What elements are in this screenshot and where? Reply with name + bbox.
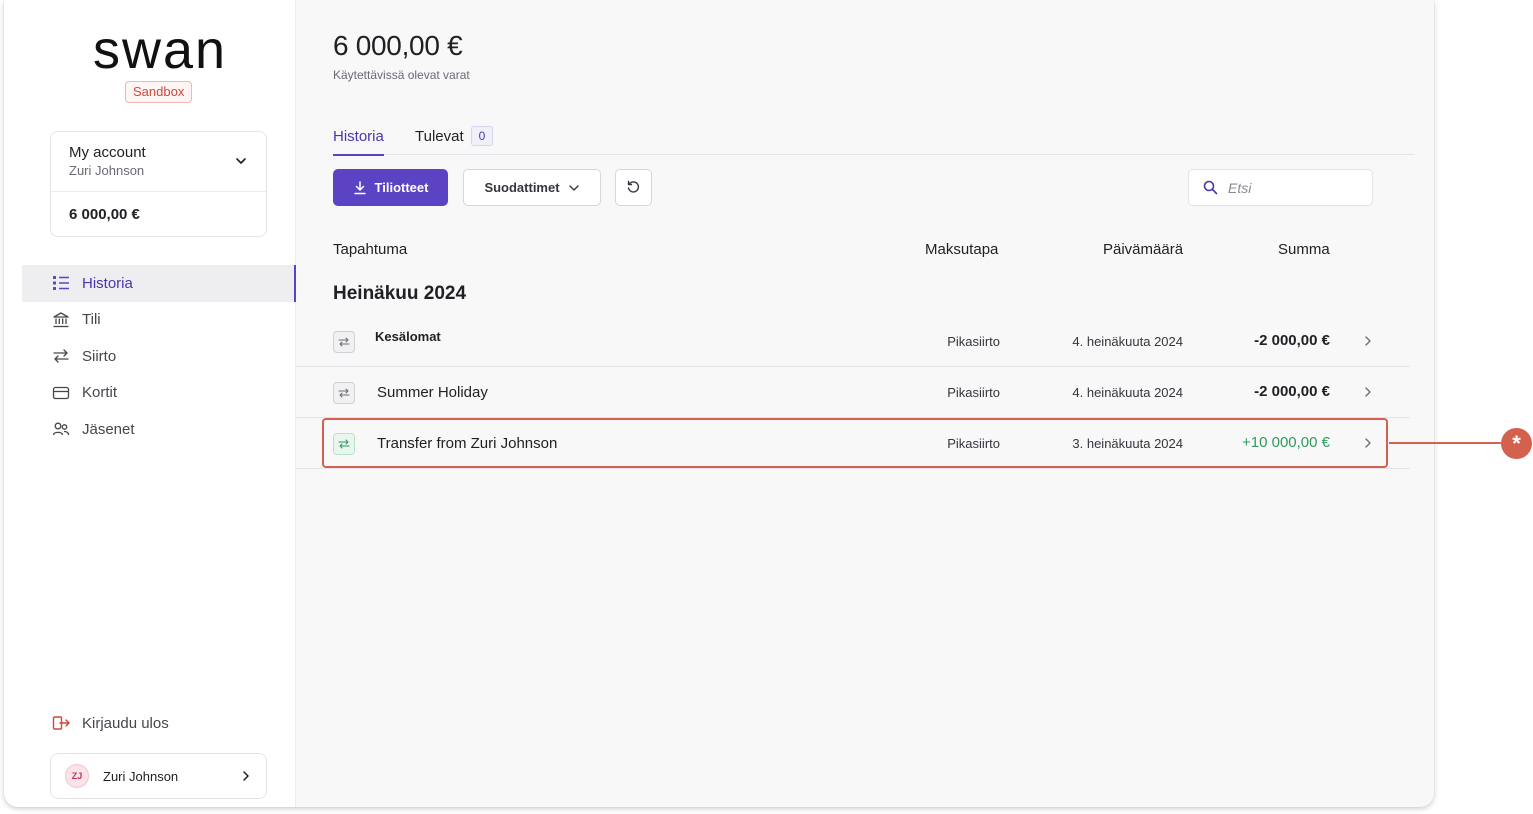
sidebar-item-label: Jäsenet <box>82 420 135 438</box>
account-selector[interactable]: My account Zuri Johnson 6 000,00 € <box>50 131 267 237</box>
svg-text:swan: swan <box>93 26 227 76</box>
account-balance: 6 000,00 € <box>69 206 140 223</box>
transaction-amount: -2 000,00 € <box>1254 332 1330 349</box>
sidebar-item-label: Kortit <box>82 384 118 402</box>
available-balance-label: Käytettävissä olevat varat <box>333 68 470 82</box>
tab-tulevat[interactable]: Tulevat <box>415 128 464 145</box>
bank-icon <box>53 312 69 327</box>
payment-method: Pikasiirto <box>947 385 1000 400</box>
filters-label: Suodattimet <box>484 180 560 195</box>
highlight-box <box>322 418 1388 468</box>
logout-button[interactable]: Kirjaudu ulos <box>52 714 169 732</box>
logout-label: Kirjaudu ulos <box>82 714 169 732</box>
chevron-right-icon <box>1365 336 1371 346</box>
transaction-label: Summer Holiday <box>377 384 488 401</box>
filters-button[interactable]: Suodattimet <box>463 169 601 206</box>
callout-marker: * <box>1501 428 1532 459</box>
environment-badge: Sandbox <box>125 81 193 103</box>
column-header-amount: Summa <box>1278 241 1330 258</box>
search-field[interactable] <box>1188 169 1373 206</box>
statements-label: Tiliotteet <box>374 180 429 195</box>
payment-method: Pikasiirto <box>947 334 1000 349</box>
members-icon <box>52 422 70 436</box>
user-name: Zuri Johnson <box>103 768 179 784</box>
refresh-icon <box>627 180 640 193</box>
search-input[interactable] <box>1228 179 1358 196</box>
swan-logo: swan <box>93 26 227 76</box>
logout-icon <box>52 716 70 730</box>
chevron-right-icon <box>243 771 249 781</box>
search-icon <box>1203 180 1218 195</box>
sidebar-item-jasenet[interactable]: Jäsenet <box>22 411 296 448</box>
transaction-date: 4. heinäkuuta 2024 <box>1072 385 1183 400</box>
account-owner: Zuri Johnson <box>69 163 145 178</box>
sidebar-nav: Historia Tili Siirto Kortit Jäsenet <box>22 265 296 448</box>
tab-historia[interactable]: Historia <box>333 128 384 156</box>
download-icon <box>353 180 366 194</box>
column-header-method: Maksutapa <box>925 241 999 258</box>
transaction-date: 4. heinäkuuta 2024 <box>1072 334 1183 349</box>
refresh-button[interactable] <box>615 169 652 206</box>
upcoming-count-badge: 0 <box>471 126 493 146</box>
sidebar: swan Sandbox My account Zuri Johnson 6 0… <box>4 0 296 807</box>
sidebar-item-kortit[interactable]: Kortit <box>22 375 296 412</box>
avatar: ZJ <box>65 764 89 788</box>
transfer-icon <box>333 331 355 353</box>
list-icon <box>53 276 69 291</box>
statements-button[interactable]: Tiliotteet <box>333 169 448 206</box>
card-icon <box>52 386 70 399</box>
sidebar-item-label: Tili <box>82 311 101 329</box>
available-balance: 6 000,00 € <box>333 30 463 61</box>
user-profile-button[interactable]: ZJ Zuri Johnson <box>50 753 267 799</box>
table-row[interactable]: Kesälomat Pikasiirto 4. heinäkuuta 2024 … <box>296 316 1410 367</box>
sidebar-item-siirto[interactable]: Siirto <box>22 338 296 375</box>
transaction-amount: -2 000,00 € <box>1254 383 1330 400</box>
account-name: My account <box>69 144 146 161</box>
month-group-title: Heinäkuu 2024 <box>333 283 467 304</box>
column-header-transaction: Tapahtuma <box>333 241 408 258</box>
chevron-down-icon[interactable] <box>234 154 248 168</box>
chevron-right-icon <box>1365 387 1371 397</box>
sidebar-item-label: Siirto <box>82 347 117 365</box>
column-header-date: Päivämäärä <box>1103 241 1184 258</box>
table-row[interactable]: Summer Holiday Pikasiirto 4. heinäkuuta … <box>296 367 1410 418</box>
callout-line <box>1389 442 1501 444</box>
app-window: swan Sandbox My account Zuri Johnson 6 0… <box>4 0 1434 807</box>
transfer-icon <box>53 349 69 363</box>
sidebar-item-label: Historia <box>82 274 133 292</box>
transaction-label: Kesälomat <box>375 329 441 344</box>
chevron-down-icon <box>568 184 579 191</box>
main-content: 6 000,00 € Käytettävissä olevat varat Hi… <box>296 0 1434 807</box>
sidebar-item-historia[interactable]: Historia <box>22 265 296 302</box>
sidebar-item-tili[interactable]: Tili <box>22 302 296 339</box>
tab-bar: Historia Tulevat 0 <box>333 120 1414 156</box>
transfer-icon <box>333 382 355 404</box>
